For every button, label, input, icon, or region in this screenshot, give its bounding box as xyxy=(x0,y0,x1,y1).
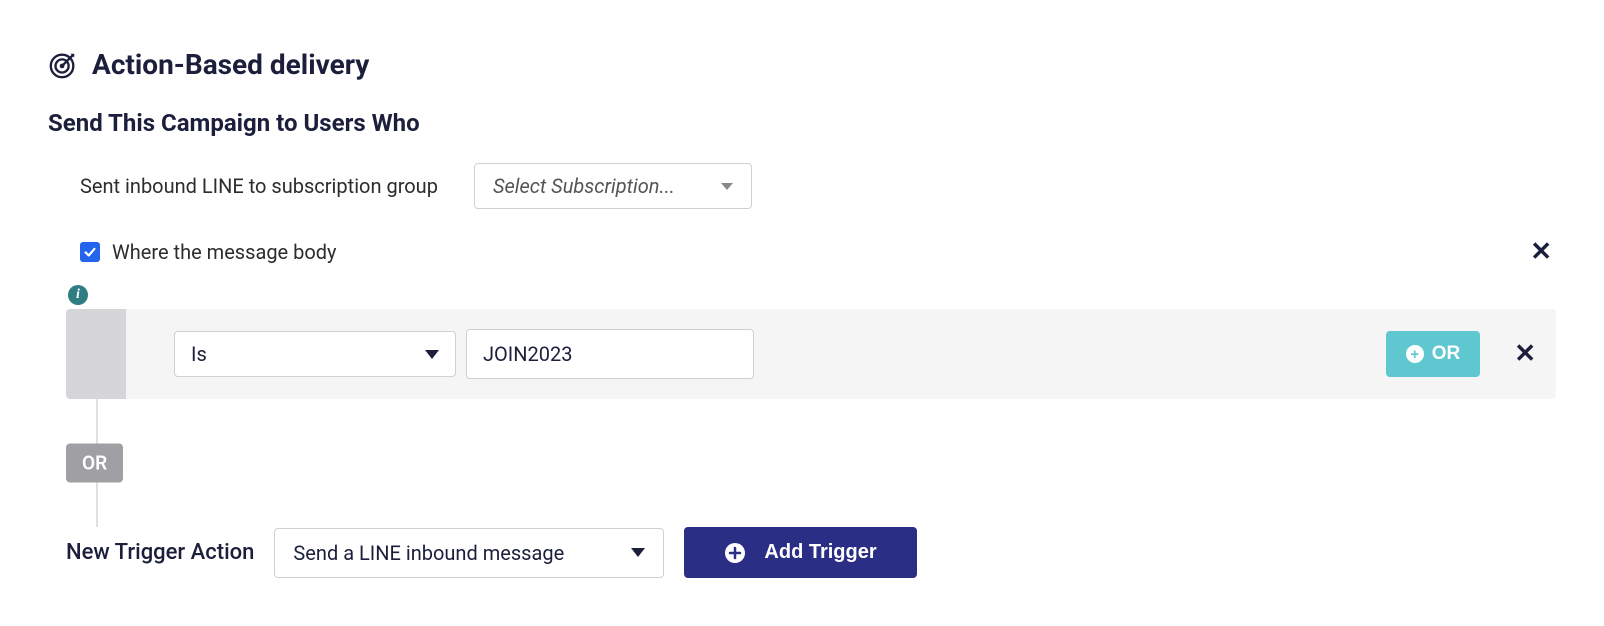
header-row: Action-Based delivery xyxy=(48,48,1556,81)
subscription-select[interactable]: Select Subscription... xyxy=(474,163,752,209)
add-or-button[interactable]: + OR xyxy=(1386,331,1481,377)
plus-circle-icon: + xyxy=(1406,345,1424,363)
rule-container: Is + OR ✕ xyxy=(66,309,1556,399)
message-body-row: Where the message body ✕ xyxy=(80,233,1556,271)
rule-drag-handle[interactable] xyxy=(66,309,126,399)
or-connector-badge: OR xyxy=(66,444,123,483)
or-button-label: OR xyxy=(1432,343,1461,365)
rule-value-input[interactable] xyxy=(466,329,754,379)
message-body-checkbox[interactable] xyxy=(80,242,100,262)
section-subtitle: Send This Campaign to Users Who xyxy=(48,109,1556,137)
inbound-label: Sent inbound LINE to subscription group xyxy=(80,174,438,198)
rule-connector: OR xyxy=(66,399,1556,527)
subscription-placeholder: Select Subscription... xyxy=(493,174,675,198)
new-trigger-row: New Trigger Action Send a LINE inbound m… xyxy=(66,527,1556,578)
chevron-down-icon xyxy=(721,183,733,190)
chevron-down-icon xyxy=(631,548,645,557)
close-icon[interactable]: ✕ xyxy=(1510,335,1540,373)
add-trigger-label: Add Trigger xyxy=(764,541,876,564)
target-icon xyxy=(48,50,78,80)
trigger-selected-value: Send a LINE inbound message xyxy=(293,541,564,565)
operator-select[interactable]: Is xyxy=(174,331,456,377)
close-icon[interactable]: ✕ xyxy=(1526,233,1556,271)
operator-value: Is xyxy=(191,342,207,366)
message-body-label: Where the message body xyxy=(112,240,337,264)
inbound-row: Sent inbound LINE to subscription group … xyxy=(80,163,1556,209)
plus-circle-icon xyxy=(724,542,746,564)
trigger-action-select[interactable]: Send a LINE inbound message xyxy=(274,528,664,578)
rule-body: Is + OR ✕ xyxy=(126,309,1556,399)
chevron-down-icon xyxy=(425,350,439,359)
add-trigger-button[interactable]: Add Trigger xyxy=(684,527,916,578)
page-title: Action-Based delivery xyxy=(92,48,369,81)
info-icon[interactable]: i xyxy=(68,285,88,305)
new-trigger-label: New Trigger Action xyxy=(66,540,254,565)
